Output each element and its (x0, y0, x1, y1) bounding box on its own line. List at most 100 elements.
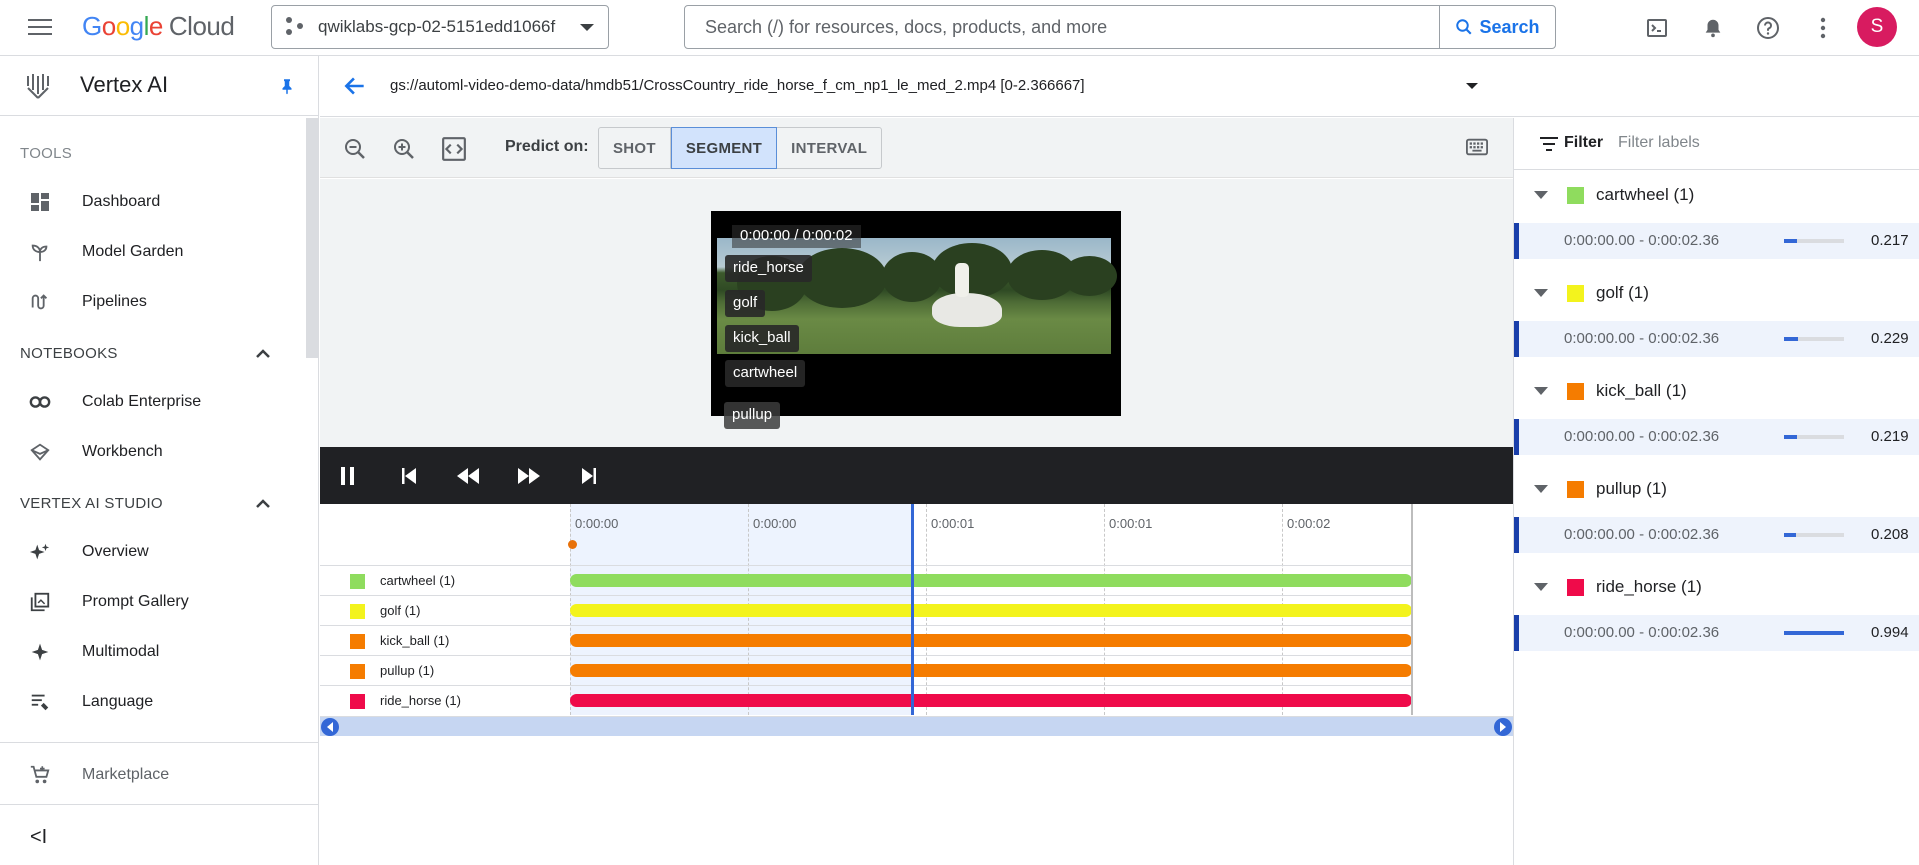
sidebar-item-multimodal[interactable]: Multimodal (0, 630, 306, 674)
timeline-segment-bar[interactable] (570, 574, 1412, 587)
expand-triangle-icon[interactable] (1534, 191, 1548, 199)
confidence-bar (1784, 631, 1844, 635)
video-toolbar: Predict on: SHOT SEGMENT INTERVAL (320, 118, 1513, 178)
timeline-row[interactable]: pullup (1) (320, 655, 1412, 685)
timeline-row-label: pullup (1) (380, 663, 435, 678)
mode-interval-button[interactable]: INTERVAL (777, 128, 881, 168)
skip-previous-icon[interactable] (397, 464, 421, 488)
sidebar-item-model-garden[interactable]: Model Garden (0, 230, 306, 274)
mode-shot-button[interactable]: SHOT (599, 128, 671, 168)
timeline: 0:00:00 0:00:00 0:00:01 0:00:01 0:00:02 … (320, 504, 1513, 736)
more-vert-icon[interactable] (1809, 14, 1837, 42)
sidebar-item-workbench[interactable]: Workbench (0, 430, 306, 474)
notifications-icon[interactable] (1699, 14, 1727, 42)
label-group-header[interactable]: ride_horse (1) (1514, 562, 1919, 612)
confidence-score: 0.208 (1871, 526, 1909, 543)
timeline-scrollbar[interactable] (320, 716, 1513, 736)
timeline-segment-bar[interactable] (570, 634, 1412, 647)
sidebar-item-language[interactable]: Language (0, 680, 306, 724)
sidebar-item-overview[interactable]: Overview (0, 530, 306, 574)
confidence-fill (1784, 631, 1844, 635)
confidence-score: 0.217 (1871, 232, 1909, 249)
confidence-score: 0.229 (1871, 330, 1909, 347)
timeline-row-label: cartwheel (1) (380, 573, 456, 588)
search-input[interactable] (685, 6, 1440, 48)
sidebar-item-pipelines[interactable]: Pipelines (0, 280, 306, 324)
expand-triangle-icon[interactable] (1534, 583, 1548, 591)
timeline-row[interactable]: cartwheel (1) (320, 565, 1412, 595)
label-segment-row[interactable]: 0:00:00.00 - 0:00:02.36 0.219 (1514, 419, 1919, 455)
scroll-right-icon[interactable] (1494, 718, 1512, 736)
pin-icon[interactable] (278, 76, 296, 96)
skip-next-icon[interactable] (577, 464, 601, 488)
video-stage: 0:00:00 / 0:00:02 ride_horse golf kick_b… (320, 179, 1513, 447)
segment-range: 0:00:00.00 - 0:00:02.36 (1564, 232, 1720, 249)
collapse-sidebar-button[interactable]: <I (30, 826, 47, 849)
label-name: pullup (1) (1596, 479, 1667, 498)
sidebar-item-marketplace[interactable]: Marketplace (0, 753, 306, 797)
label-segment-row[interactable]: 0:00:00.00 - 0:00:02.36 0.208 (1514, 517, 1919, 553)
color-swatch (350, 634, 365, 649)
fit-to-view-icon[interactable] (441, 136, 467, 162)
google-cloud-logo[interactable]: Google Cloud (82, 11, 235, 42)
help-icon[interactable] (1754, 14, 1782, 42)
expand-triangle-icon[interactable] (1534, 387, 1548, 395)
label-segment-row[interactable]: 0:00:00.00 - 0:00:02.36 0.994 (1514, 615, 1919, 651)
filter-icon[interactable] (1540, 137, 1558, 151)
timeline-row[interactable]: golf (1) (320, 595, 1412, 625)
color-swatch (1567, 186, 1584, 204)
label-group: pullup (1) 0:00:00.00 - 0:00:02.36 0.208 (1514, 464, 1919, 561)
rewind-icon[interactable] (456, 464, 480, 488)
label-group-header[interactable]: cartwheel (1) (1514, 170, 1919, 220)
search-icon (1456, 19, 1472, 35)
segment-range: 0:00:00.00 - 0:00:02.36 (1564, 624, 1720, 641)
timeline-row[interactable]: ride_horse (1) (320, 685, 1412, 715)
colab-icon (28, 390, 52, 414)
avatar[interactable]: S (1857, 7, 1897, 47)
label-tag: pullup (724, 402, 781, 429)
chevron-up-icon[interactable] (254, 496, 272, 510)
main-menu-icon[interactable] (28, 16, 52, 36)
sidebar-item-dashboard[interactable]: Dashboard (0, 180, 306, 224)
mode-segment-button[interactable]: SEGMENT (670, 127, 778, 169)
color-swatch (350, 664, 365, 679)
label-group-header[interactable]: kick_ball (1) (1514, 366, 1919, 416)
keyboard-icon[interactable] (1466, 138, 1488, 156)
sidebar-scrollbar[interactable] (306, 118, 318, 358)
sidebar-item-label: Language (82, 693, 154, 710)
timeline-playhead[interactable] (911, 504, 914, 715)
sidebar-item-colab-enterprise[interactable]: Colab Enterprise (0, 380, 306, 424)
cloud-shell-icon[interactable] (1643, 14, 1671, 42)
multimodal-icon (28, 640, 52, 664)
video-timestamp: 0:00:00 / 0:00:02 (732, 225, 861, 248)
fast-forward-icon[interactable] (517, 464, 541, 488)
label-group-header[interactable]: pullup (1) (1514, 464, 1919, 514)
timeline-row[interactable]: kick_ball (1) (320, 625, 1412, 655)
label-segment-row[interactable]: 0:00:00.00 - 0:00:02.36 0.229 (1514, 321, 1919, 357)
search-button[interactable]: Search (1439, 6, 1555, 48)
sidebar-item-prompt-gallery[interactable]: Prompt Gallery (0, 580, 306, 624)
timeline-segment-bar[interactable] (570, 604, 1412, 617)
sidebar-item-label: Workbench (82, 443, 163, 460)
project-selector[interactable]: qwiklabs-gcp-02-5151edd1066f (271, 5, 609, 49)
sidebar-item-label: Colab Enterprise (82, 393, 202, 410)
video-dropdown-icon[interactable] (1466, 83, 1478, 89)
video-player[interactable]: 0:00:00 / 0:00:02 ride_horse golf kick_b… (711, 211, 1121, 416)
zoom-in-icon[interactable] (391, 136, 417, 162)
pause-icon[interactable] (336, 464, 360, 488)
scroll-left-icon[interactable] (321, 718, 339, 736)
chevron-up-icon[interactable] (254, 346, 272, 360)
zoom-out-icon[interactable] (342, 136, 368, 162)
timeline-segment-bar[interactable] (570, 664, 1412, 677)
back-arrow-icon[interactable] (342, 73, 368, 99)
filter-labels-input[interactable] (1618, 131, 1898, 155)
label-group-header[interactable]: golf (1) (1514, 268, 1919, 318)
expand-triangle-icon[interactable] (1534, 289, 1548, 297)
label-segment-row[interactable]: 0:00:00.00 - 0:00:02.36 0.217 (1514, 223, 1919, 259)
confidence-bar (1784, 337, 1844, 341)
expand-triangle-icon[interactable] (1534, 485, 1548, 493)
timeline-segment-bar[interactable] (570, 694, 1412, 707)
sidebar-item-label: Prompt Gallery (82, 593, 189, 610)
chevron-down-icon (580, 23, 594, 31)
confidence-score: 0.219 (1871, 428, 1909, 445)
